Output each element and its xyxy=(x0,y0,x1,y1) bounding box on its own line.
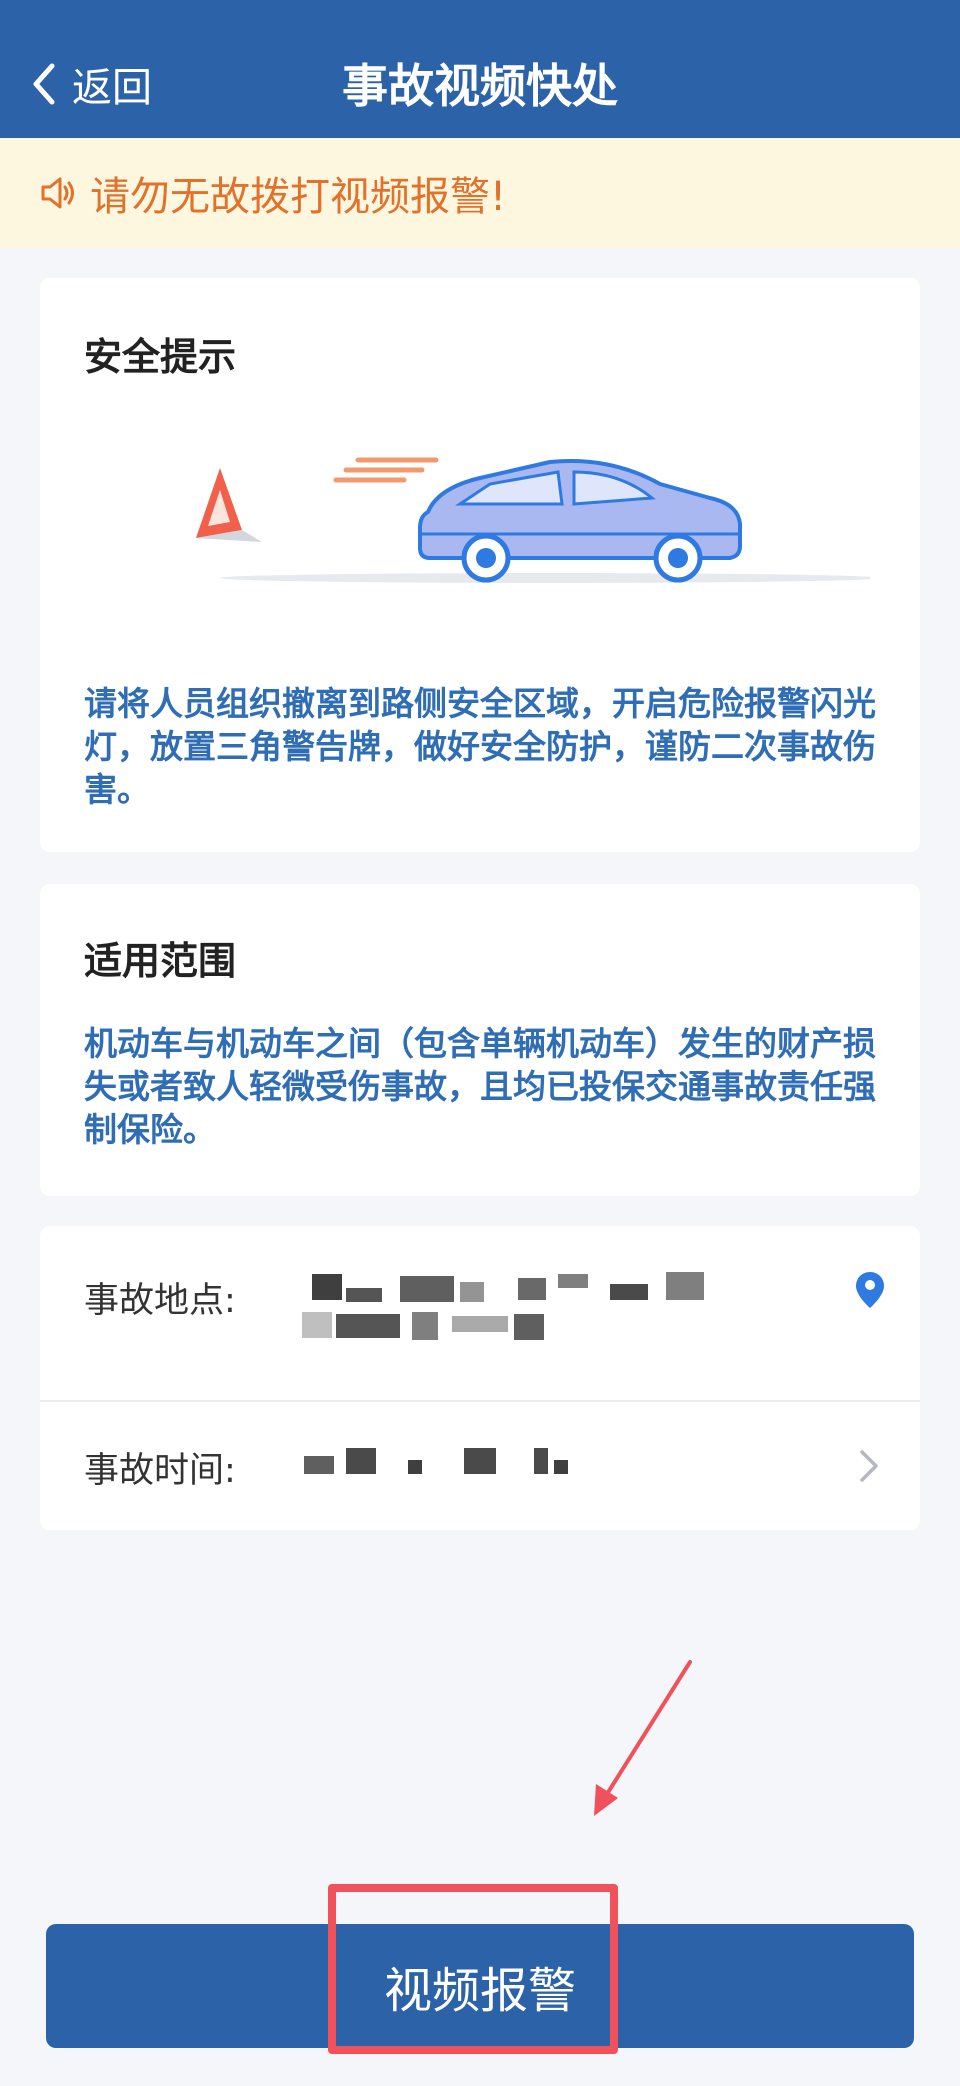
safety-text: 请将人员组织撤离到路侧安全区域，开启危险报警闪光灯，放置三角警告牌，做好安全防护… xyxy=(84,684,876,809)
location-label: 事故地点: xyxy=(84,1281,236,1321)
speaker-icon xyxy=(41,177,74,209)
scope-card: 适用范围 机动车与机动车之间（包含单辆机动车）发生的财产损失或者致人轻微受伤事故… xyxy=(40,884,920,1196)
car-icon xyxy=(418,458,742,583)
scope-text: 机动车与机动车之间（包含单辆机动车）发生的财产损失或者致人轻微受伤事故，且均已投… xyxy=(84,1024,876,1149)
warning-notice: 请勿无故拨打视频报警! xyxy=(0,138,960,248)
safety-title: 安全提示 xyxy=(84,335,237,379)
notice-text: 请勿无故拨打视频报警! xyxy=(90,174,507,220)
video-report-label: 视频报警 xyxy=(383,1963,576,2019)
accident-form: 事故地点: 事故时间: xyxy=(40,1226,920,1530)
nav-bar: 返回 事故视频快处 xyxy=(0,0,960,138)
annotation-arrow xyxy=(594,1660,692,1816)
location-row[interactable]: 事故地点: xyxy=(40,1226,920,1400)
car-warning-illustration xyxy=(196,457,870,583)
time-label: 事故时间: xyxy=(84,1451,236,1491)
video-report-button[interactable]: 视频报警 xyxy=(46,1924,914,2048)
location-pin-icon[interactable] xyxy=(854,1270,886,1310)
time-row[interactable]: 事故时间: xyxy=(40,1402,920,1530)
scope-title: 适用范围 xyxy=(84,939,237,983)
safety-card: 安全提示 请将人员组织撤离到路侧安全区域，开启危险报警闪光灯，放置三角警告牌，做… xyxy=(40,278,920,852)
page-title: 事故视频快处 xyxy=(342,59,618,113)
chevron-right-icon[interactable] xyxy=(856,1446,880,1486)
